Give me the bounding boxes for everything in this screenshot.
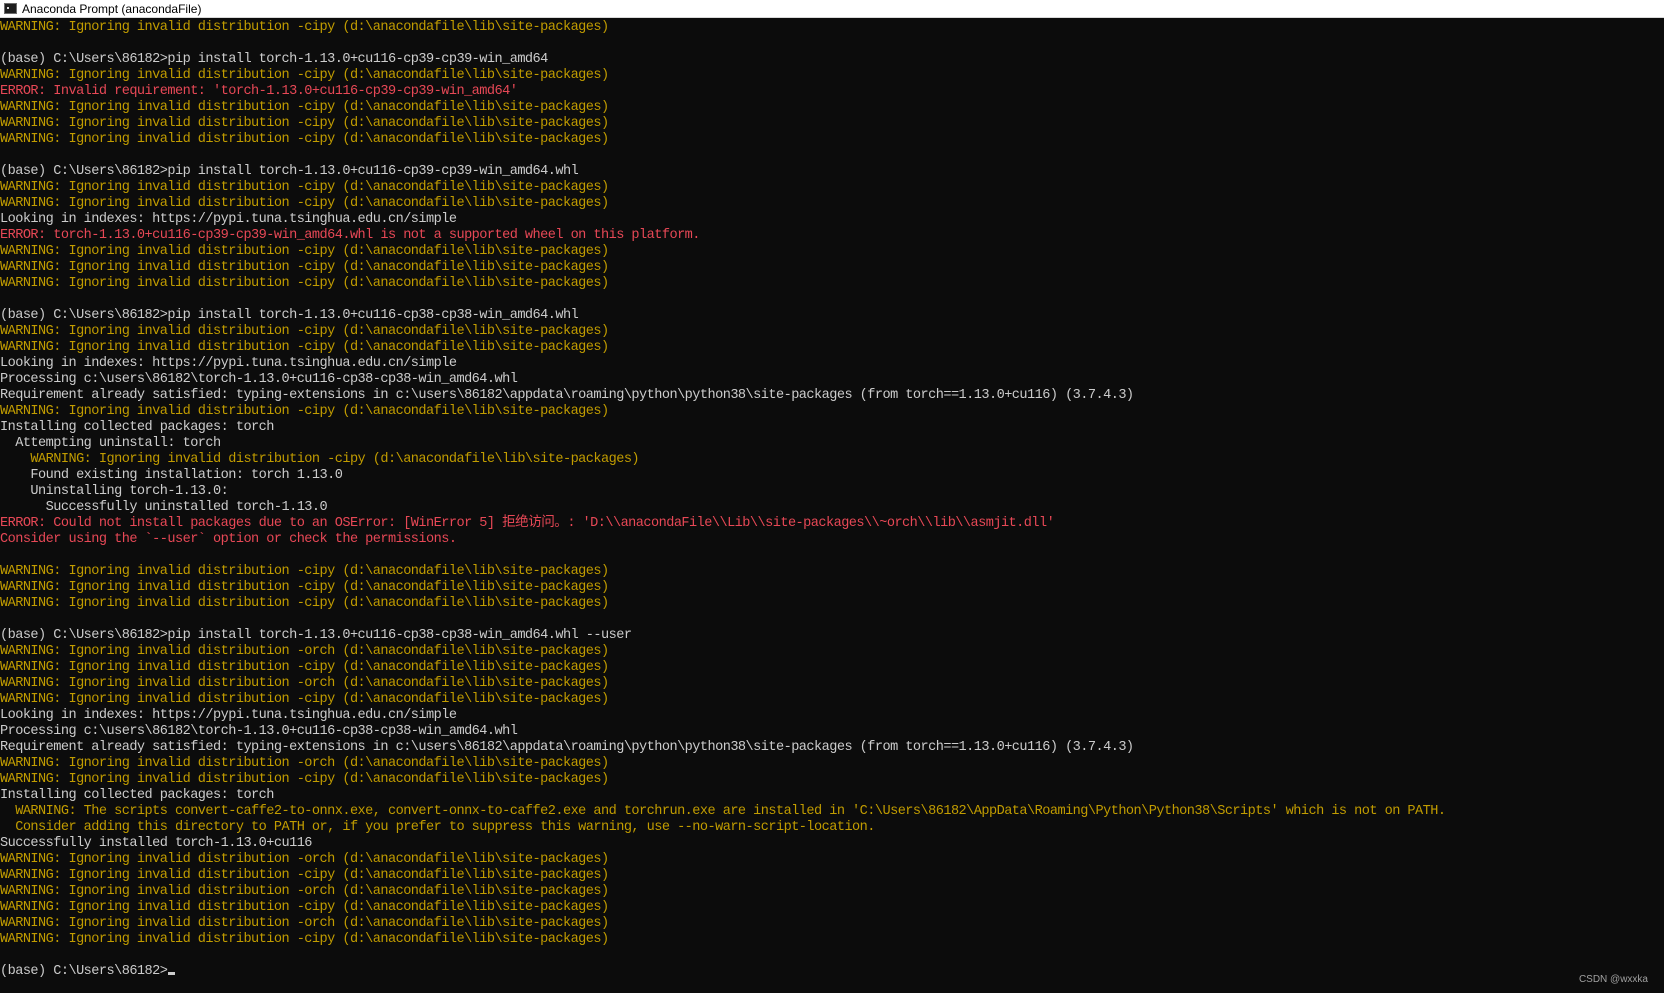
warning-line: WARNING: Ignoring invalid distribution -… <box>0 20 609 35</box>
warning-line: WARNING: Ignoring invalid distribution -… <box>0 852 609 867</box>
warning-line: WARNING: Ignoring invalid distribution -… <box>0 692 609 707</box>
error-line: ERROR: Invalid requirement: 'torch-1.13.… <box>0 84 518 99</box>
console-lines: WARNING: Ignoring invalid distribution -… <box>0 20 1664 964</box>
warning-line: WARNING: Ignoring invalid distribution -… <box>0 900 609 915</box>
title-bar[interactable]: Anaconda Prompt (anacondaFile) <box>0 0 1664 18</box>
warning-line: WARNING: Ignoring invalid distribution -… <box>0 772 609 787</box>
output-line: Installing collected packages: torch <box>0 420 274 435</box>
output-line: Uninstalling torch-1.13.0: <box>0 484 229 499</box>
output-line: Looking in indexes: https://pypi.tuna.ts… <box>0 356 457 371</box>
console-output[interactable]: WARNING: Ignoring invalid distribution -… <box>0 20 1664 993</box>
output-line: Processing c:\users\86182\torch-1.13.0+c… <box>0 372 518 387</box>
output-line: Successfully installed torch-1.13.0+cu11… <box>0 836 312 851</box>
warning-line: WARNING: Ignoring invalid distribution -… <box>0 564 609 579</box>
warning-line: WARNING: Ignoring invalid distribution -… <box>0 676 609 691</box>
console-window-icon <box>4 3 17 14</box>
output-line: Looking in indexes: https://pypi.tuna.ts… <box>0 212 457 227</box>
warning-line: WARNING: Ignoring invalid distribution -… <box>0 260 609 275</box>
warning-line: WARNING: Ignoring invalid distribution -… <box>0 868 609 883</box>
warning-line: WARNING: Ignoring invalid distribution -… <box>0 276 609 291</box>
output-line: Successfully uninstalled torch-1.13.0 <box>0 500 328 515</box>
warning-line: WARNING: Ignoring invalid distribution -… <box>0 932 609 947</box>
warning-line: WARNING: Ignoring invalid distribution -… <box>0 596 609 611</box>
output-line: (base) C:\Users\86182>pip install torch-… <box>0 164 579 179</box>
warning-line: WARNING: Ignoring invalid distribution -… <box>0 196 609 211</box>
warning-line: WARNING: Ignoring invalid distribution -… <box>0 340 609 355</box>
prompt-line[interactable]: (base) C:\Users\86182> <box>0 964 1664 980</box>
output-line: Looking in indexes: https://pypi.tuna.ts… <box>0 708 457 723</box>
output-line: Found existing installation: torch 1.13.… <box>0 468 343 483</box>
error-line: ERROR: torch-1.13.0+cu116-cp39-cp39-win_… <box>0 228 700 243</box>
prompt-text: (base) C:\Users\86182> <box>0 964 168 979</box>
output-line: (base) C:\Users\86182>pip install torch-… <box>0 52 548 67</box>
warning-line: WARNING: Ignoring invalid distribution -… <box>0 100 609 115</box>
warning-line: WARNING: Ignoring invalid distribution -… <box>0 644 609 659</box>
error-line: Consider using the `--user` option or ch… <box>0 532 457 547</box>
warning-line: WARNING: Ignoring invalid distribution -… <box>0 580 609 595</box>
output-line: Processing c:\users\86182\torch-1.13.0+c… <box>0 724 518 739</box>
output-line: Requirement already satisfied: typing-ex… <box>0 740 1134 755</box>
warning-line: WARNING: Ignoring invalid distribution -… <box>0 116 609 131</box>
warning-line: WARNING: Ignoring invalid distribution -… <box>0 756 609 771</box>
output-line: Attempting uninstall: torch <box>0 436 221 451</box>
warning-line: Consider adding this directory to PATH o… <box>0 820 875 835</box>
watermark: CSDN @wxxka <box>1578 974 1648 985</box>
text-cursor <box>168 972 176 975</box>
output-line: Requirement already satisfied: typing-ex… <box>0 388 1134 403</box>
warning-line: WARNING: Ignoring invalid distribution -… <box>0 324 609 339</box>
warning-line: WARNING: Ignoring invalid distribution -… <box>0 916 609 931</box>
warning-line: WARNING: Ignoring invalid distribution -… <box>0 660 609 675</box>
output-line: Installing collected packages: torch <box>0 788 274 803</box>
warning-line: WARNING: Ignoring invalid distribution -… <box>0 404 609 419</box>
warning-line: WARNING: Ignoring invalid distribution -… <box>0 244 609 259</box>
output-line: (base) C:\Users\86182>pip install torch-… <box>0 628 632 643</box>
warning-line: WARNING: Ignoring invalid distribution -… <box>0 452 640 467</box>
warning-line: WARNING: Ignoring invalid distribution -… <box>0 132 609 147</box>
error-line: ERROR: Could not install packages due to… <box>0 516 1055 531</box>
window-title: Anaconda Prompt (anacondaFile) <box>22 2 202 16</box>
warning-line: WARNING: The scripts convert-caffe2-to-o… <box>0 804 1446 819</box>
warning-line: WARNING: Ignoring invalid distribution -… <box>0 68 609 83</box>
output-line: (base) C:\Users\86182>pip install torch-… <box>0 308 579 323</box>
warning-line: WARNING: Ignoring invalid distribution -… <box>0 884 609 899</box>
warning-line: WARNING: Ignoring invalid distribution -… <box>0 180 609 195</box>
